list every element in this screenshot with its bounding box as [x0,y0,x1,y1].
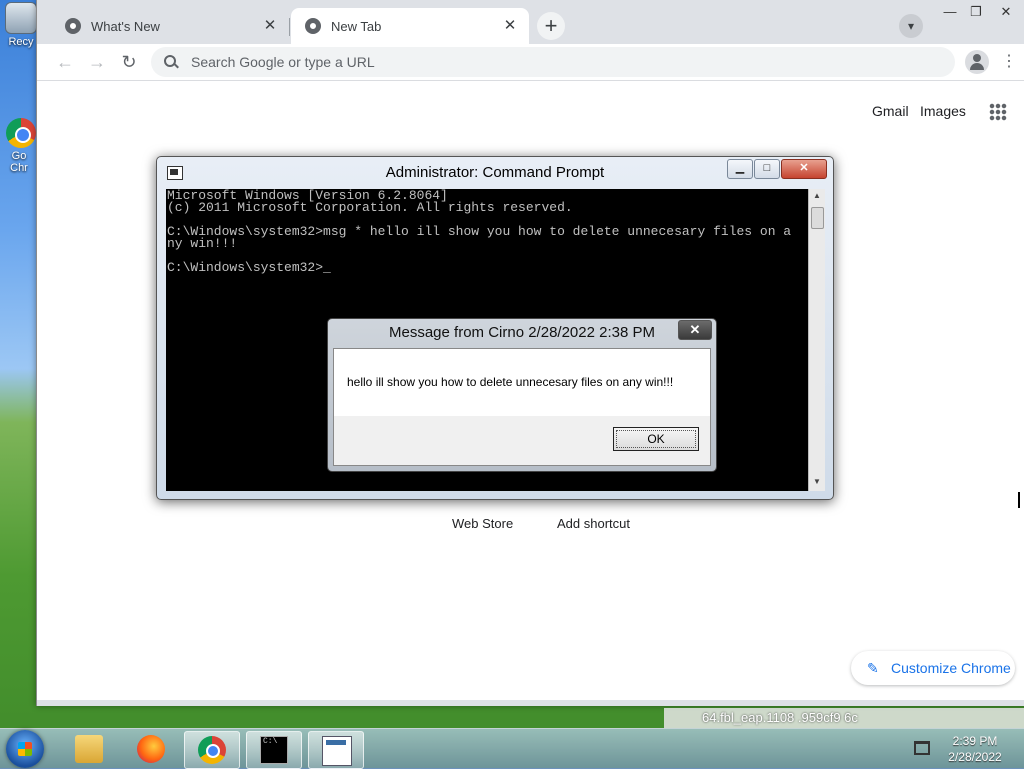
browser-toolbar: ← → ↻ ⋮ [37,44,1024,81]
tab-close-icon[interactable]: ✕ [501,17,519,35]
cmd-close-button[interactable]: ✕ [781,159,827,179]
windows-explorer-icon [75,735,103,763]
dialog-close-button[interactable]: ✕ [678,320,712,340]
dialog-title: Message from Cirno 2/28/2022 2:38 PM [389,324,655,341]
back-arrow-icon[interactable]: ← [51,48,79,76]
chrome-icon [198,736,226,764]
tab-new-tab[interactable]: New Tab ✕ [291,8,529,44]
taskbar: C:\ 2:39 PM 2/28/2022 [0,728,1024,769]
shortcut-add[interactable]: Add shortcut [557,516,630,531]
shortcut-web-store[interactable]: Web Store [452,516,513,531]
network-icon[interactable] [914,741,930,755]
taskbar-cmd[interactable]: C:\ [246,731,302,769]
resize-cursor-icon [1018,492,1024,508]
minimize-button[interactable]: — [937,2,963,22]
reload-icon[interactable]: ↻ [115,48,143,76]
firefox-icon [137,735,165,763]
clock-date: 2/28/2022 [948,750,1002,764]
desktop-icon-label: Recy [8,36,34,48]
clock-time: 2:39 PM [952,734,998,748]
recycle-bin-icon [5,2,37,34]
forward-arrow-icon[interactable]: → [83,48,111,76]
start-button[interactable] [6,730,44,768]
chrome-favicon-icon [305,18,321,34]
omnibox[interactable] [151,47,955,77]
gmail-link[interactable]: Gmail [872,103,909,119]
desktop-icon-label: Go Chr [10,150,28,174]
maximize-button[interactable]: ❐ [963,2,989,22]
system-clock[interactable]: 2:39 PM 2/28/2022 [936,733,1014,765]
ok-button[interactable]: OK [613,427,699,451]
address-bar-input[interactable] [189,53,893,71]
dialog-message: hello ill show you how to delete unneces… [347,375,674,389]
chrome-favicon-icon [65,18,81,34]
pencil-icon: ✎ [867,660,879,676]
images-link[interactable]: Images [920,103,966,119]
customize-chrome-label: Customize Chrome [891,660,1011,676]
google-apps-icon[interactable] [989,103,1007,121]
dialog-footer: OK [334,416,710,465]
cmd-scrollbar[interactable]: ▲ ▼ [808,189,825,491]
tab-close-icon[interactable]: ✕ [261,17,279,35]
taskbar-firefox[interactable] [124,731,178,767]
desktop-icon-recycle-bin[interactable]: Recy [4,2,38,48]
taskbar-window[interactable] [308,731,364,769]
tab-whats-new[interactable]: What's New ✕ [51,8,289,44]
tab-divider [289,18,290,36]
message-dialog: Message from Cirno 2/28/2022 2:38 PM ✕ h… [327,318,717,472]
tab-title: New Tab [331,18,382,34]
taskbar-chrome[interactable] [184,731,240,769]
background-text-strip: 64.fbl_eap.1108 .959cf9 6c [664,708,1024,728]
cmd-maximize-button[interactable]: □ [754,159,780,179]
tab-strip: What's New ✕ New Tab ✕ + ▾ — ❐ ✕ [37,0,1024,44]
cmd-minimize-button[interactable]: ▁ [727,159,753,179]
new-tab-button[interactable]: + [537,12,565,40]
customize-chrome-button[interactable]: ✎ Customize Chrome [851,651,1015,685]
menu-kebab-icon[interactable]: ⋮ [999,50,1019,74]
desktop-icon-chrome[interactable]: Go Chr [4,118,38,174]
search-icon [163,54,179,70]
dialog-body: hello ill show you how to delete unneces… [333,348,711,466]
profile-avatar-icon[interactable] [965,50,989,74]
taskbar-explorer[interactable] [62,731,116,767]
command-prompt-icon: C:\ [260,736,288,764]
tab-search-chevron-icon[interactable]: ▾ [899,14,923,38]
close-button[interactable]: ✕ [993,2,1019,22]
window-icon [322,736,352,766]
chrome-icon [6,118,36,148]
tab-title: What's New [91,18,160,34]
scroll-thumb[interactable] [811,207,824,229]
scroll-up-arrow-icon[interactable]: ▲ [809,189,825,203]
scroll-down-arrow-icon[interactable]: ▼ [809,475,825,489]
